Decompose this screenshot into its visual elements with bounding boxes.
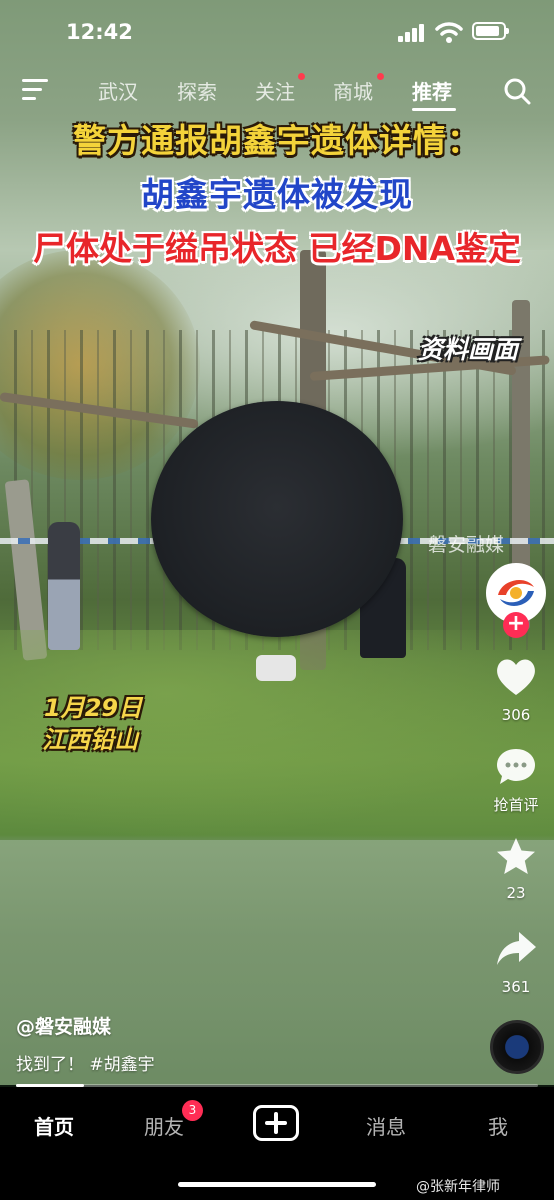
star-icon[interactable] [493, 834, 539, 880]
tab-following[interactable]: 关注 [255, 76, 295, 105]
blurred-lower-frame [0, 840, 554, 1085]
active-tab-indicator [412, 108, 456, 111]
person-figure [256, 655, 296, 681]
video-caption-detail: 尸体处于缢吊状态 已经DNA鉴定 [32, 229, 522, 268]
archive-footage-label: 资料画面 [417, 335, 518, 364]
battery-icon [472, 22, 509, 40]
status-time: 12:42 [66, 20, 133, 44]
tab-recommended[interactable]: 推荐 [412, 76, 452, 105]
following-new-dot [298, 73, 305, 80]
heart-icon[interactable] [493, 654, 539, 700]
video-player[interactable]: 警方通报胡鑫宇遗体详情： 胡鑫宇遗体被发现 尸体处于缢吊状态 已经DNA鉴定 资… [0, 0, 554, 1085]
tab-wuhan[interactable]: 武汉 [98, 76, 138, 105]
comment-label: 抢首评 [493, 796, 539, 814]
home-indicator[interactable] [178, 1182, 376, 1187]
search-icon[interactable] [503, 77, 531, 105]
nav-home[interactable]: 首页 [34, 1111, 74, 1140]
post-description[interactable]: 找到了！ #胡鑫宇 [16, 1050, 155, 1075]
favorite-count: 23 [506, 884, 526, 902]
follow-plus-button[interactable]: + [503, 612, 529, 638]
video-caption-title: 警方通报胡鑫宇遗体详情： [73, 121, 481, 160]
date-label: 1月29日 [44, 694, 143, 722]
friends-notification-badge: 3 [182, 1100, 203, 1121]
nav-messages[interactable]: 消息 [366, 1111, 406, 1140]
like-count: 306 [501, 706, 531, 724]
location-label: 江西铅山 [42, 726, 138, 754]
weibo-watermark: @张新年律师 [416, 1179, 500, 1195]
censor-circle [151, 401, 403, 637]
comment-icon[interactable] [493, 744, 539, 790]
menu-icon[interactable] [22, 78, 48, 100]
status-bar: 12:42 [0, 0, 554, 66]
tab-mall[interactable]: 商城 [333, 76, 373, 105]
share-count: 361 [501, 978, 531, 996]
person-figure [48, 522, 80, 650]
wifi-icon [435, 22, 463, 43]
nav-me[interactable]: 我 [488, 1111, 508, 1140]
media-watermark: 磐安融媒 [428, 534, 505, 556]
video-caption-subtitle: 胡鑫宇遗体被发现 [141, 175, 413, 214]
author-handle[interactable]: @磐安融媒 [16, 1012, 111, 1039]
mall-new-dot [377, 73, 384, 80]
share-icon[interactable] [493, 926, 539, 972]
cellular-signal-icon [398, 24, 426, 42]
tab-explore[interactable]: 探索 [177, 76, 217, 105]
create-post-button[interactable] [253, 1105, 299, 1141]
nav-friends[interactable]: 朋友 [144, 1111, 184, 1140]
top-navigation: 武汉 探索 关注 商城 推荐 [0, 70, 554, 111]
music-disc-icon[interactable] [490, 1020, 544, 1074]
